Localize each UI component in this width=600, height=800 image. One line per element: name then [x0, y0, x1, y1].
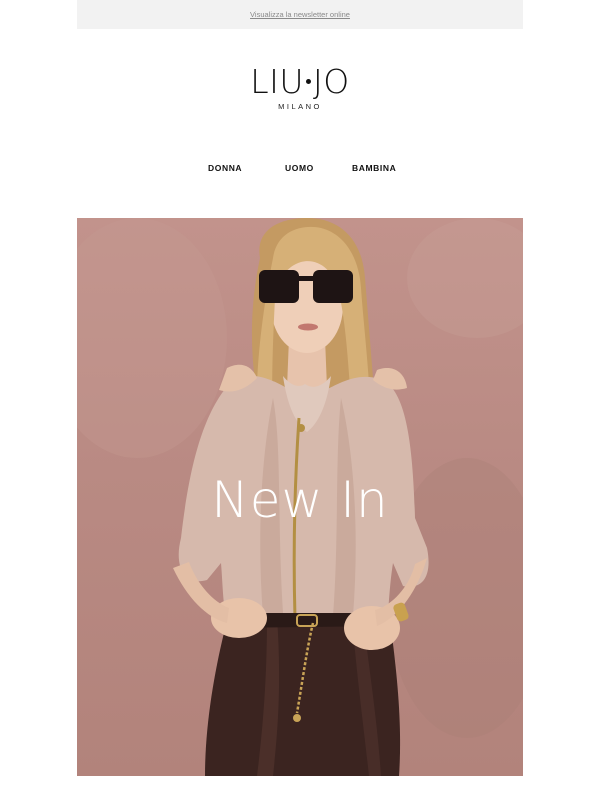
nav-item-donna[interactable]: DONNA: [208, 163, 242, 173]
nav-item-uomo[interactable]: UOMO: [285, 163, 314, 173]
main-nav: DONNA UOMO BAMBINA: [77, 163, 523, 175]
logo-part-right: JO: [313, 62, 350, 101]
hero-title: New In: [211, 471, 389, 529]
view-online-link[interactable]: Visualizza la newsletter online: [250, 10, 350, 19]
preheader-bar: Visualizza la newsletter online: [77, 0, 523, 29]
logo-wordmark: LIU JO: [250, 64, 350, 100]
logo-dot-icon: [306, 79, 312, 84]
nav-item-bambina[interactable]: BAMBINA: [352, 163, 396, 173]
hero-banner[interactable]: New In: [77, 218, 523, 776]
logo-part-left: LIU: [250, 62, 305, 101]
brand-logo[interactable]: LIU JO MILANO: [77, 64, 523, 112]
email-container: Visualizza la newsletter online LIU JO MI…: [77, 0, 523, 800]
logo-subtitle: MILANO: [278, 102, 322, 111]
